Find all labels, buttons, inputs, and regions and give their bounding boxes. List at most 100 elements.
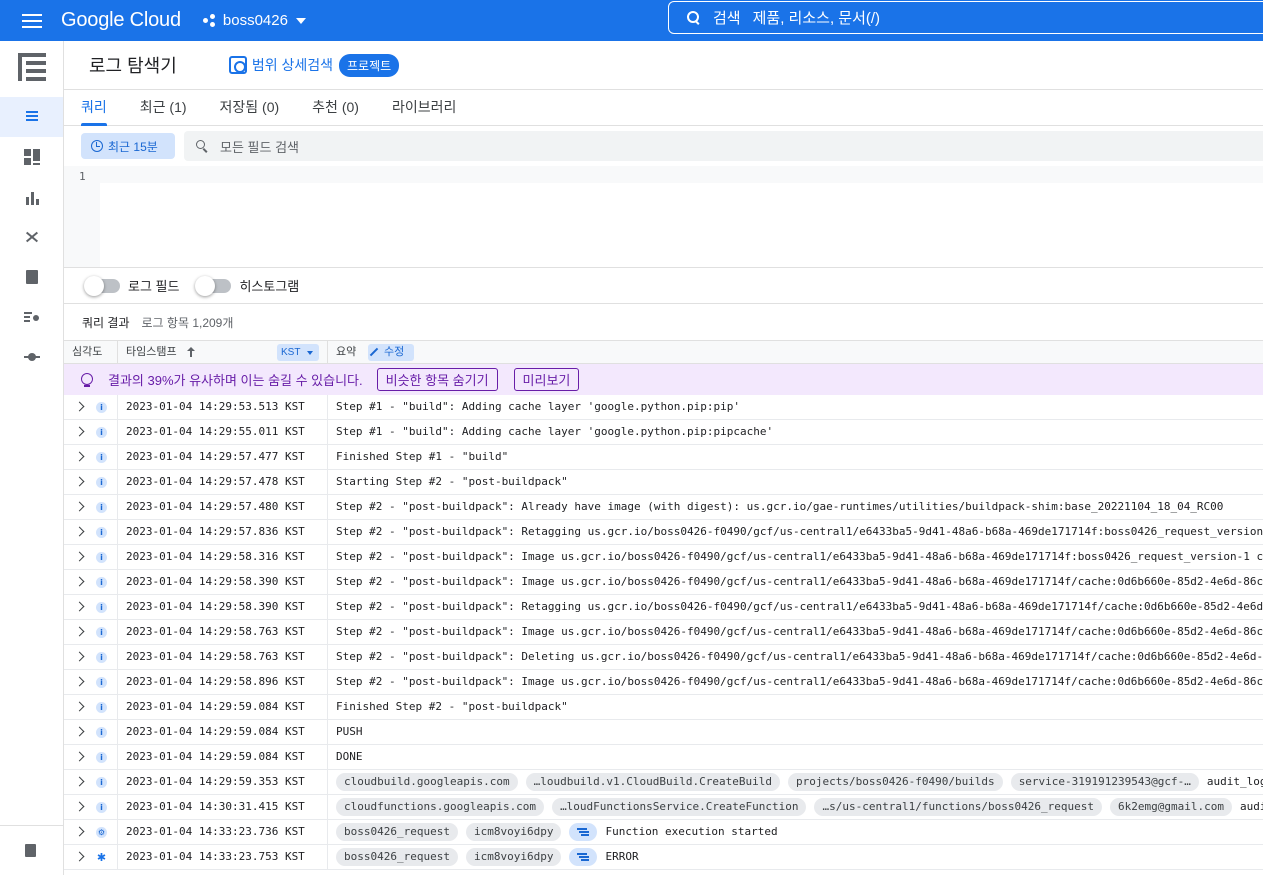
method-chip[interactable]: …loudbuild.v1.CloudBuild.CreateBuild <box>525 773 780 791</box>
query-editor[interactable]: 1 <box>64 166 1263 268</box>
rail-dashboard[interactable] <box>0 137 63 177</box>
expand-chevron-icon[interactable] <box>74 476 85 487</box>
log-row[interactable]: i 2023-01-04 14:29:59.353 KST cloudbuild.… <box>64 770 1263 795</box>
expand-chevron-icon[interactable] <box>74 676 85 687</box>
log-summary: Step #2 - "post-buildpack": Image us.gcr… <box>336 625 1263 638</box>
expand-chevron-icon[interactable] <box>74 701 85 712</box>
expand-chevron-icon[interactable] <box>74 601 85 612</box>
line-number-gutter: 1 <box>64 166 100 267</box>
expand-chevron-icon[interactable] <box>74 651 85 662</box>
log-row[interactable]: i 2023-01-04 14:29:55.011 KST Step #1 - "b… <box>64 420 1263 445</box>
log-row[interactable]: i 2023-01-04 14:29:58.896 KST Step #2 - "p… <box>64 670 1263 695</box>
tab-recent[interactable]: 최근 (1) <box>140 90 187 126</box>
expand-chevron-icon[interactable] <box>74 751 85 762</box>
log-row[interactable]: i 2023-01-04 14:29:58.763 KST Step #2 - "p… <box>64 645 1263 670</box>
release-notes-button[interactable] <box>0 825 63 875</box>
log-row[interactable]: i 2023-01-04 14:29:58.316 KST Step #2 - "p… <box>64 545 1263 570</box>
info-severity-icon: i <box>96 527 107 538</box>
expand-chevron-icon[interactable] <box>74 426 85 437</box>
col-timestamp[interactable]: 타임스탬프 <box>126 341 177 363</box>
log-row[interactable]: i 2023-01-04 14:29:57.836 KST Step #2 - "p… <box>64 520 1263 545</box>
refine-scope-link[interactable]: 범위 상세검색 프로젝트 <box>228 53 400 77</box>
expand-chevron-icon[interactable] <box>74 726 85 737</box>
tab-query[interactable]: 쿼리 <box>81 90 107 126</box>
log-row[interactable]: i 2023-01-04 14:29:57.478 KST Starting Ste… <box>64 470 1263 495</box>
dashboard-icon <box>23 149 40 165</box>
log-summary: DONE <box>336 750 363 763</box>
log-row[interactable]: i 2023-01-04 14:29:59.084 KST DONE <box>64 745 1263 770</box>
trace-icon[interactable] <box>569 848 598 866</box>
project-name: boss0426 <box>222 12 288 29</box>
tab-saved[interactable]: 저장됨 (0) <box>220 90 280 126</box>
function-name-chip[interactable]: boss0426_request <box>336 823 458 841</box>
rail-logs-pipeline[interactable] <box>0 337 63 377</box>
sort-ascending-icon[interactable] <box>187 347 195 357</box>
service-chip[interactable]: cloudfunctions.googleapis.com <box>336 798 545 816</box>
expand-chevron-icon[interactable] <box>74 626 85 637</box>
rail-log-metrics[interactable] <box>0 177 63 217</box>
log-row[interactable]: i 2023-01-04 14:30:31.415 KST cloudfuncti… <box>64 795 1263 820</box>
method-chip[interactable]: …loudFunctionsService.CreateFunction <box>552 798 807 816</box>
log-row[interactable]: i 2023-01-04 14:29:57.480 KST Step #2 - "p… <box>64 495 1263 520</box>
expand-chevron-icon[interactable] <box>74 401 85 412</box>
expand-chevron-icon[interactable] <box>74 526 85 537</box>
expand-chevron-icon[interactable] <box>74 826 85 837</box>
time-range-button[interactable]: 최근 15분 <box>81 133 175 159</box>
trace-icon[interactable] <box>569 823 598 841</box>
info-severity-icon: i <box>96 452 107 463</box>
global-search-input[interactable]: 검색 제품, 리소스, 문서(/) <box>668 1 1263 34</box>
field-search-placeholder: 모든 필드 검색 <box>220 139 299 155</box>
edit-summary-button[interactable]: 수정 <box>368 344 414 361</box>
rail-log-explorer[interactable] <box>0 97 63 137</box>
tab-library[interactable]: 라이브러리 <box>392 90 456 126</box>
log-summary: Step #2 - "post-buildpack": Image us.gcr… <box>336 675 1263 688</box>
log-summary: Starting Step #2 - "post-buildpack" <box>336 475 568 488</box>
log-row[interactable]: ✱ 2023-01-04 14:33:23.753 KST boss0426_re… <box>64 845 1263 870</box>
similar-entries-banner: 결과의 39%가 유사하며 이는 숨길 수 있습니다. 비슷한 항목 숨기기 미… <box>64 364 1263 395</box>
principal-chip[interactable]: service-319191239543@gcf-… <box>1010 773 1199 791</box>
histogram-toggle[interactable]: 히스토그램 <box>195 275 299 296</box>
log-timestamp: 2023-01-04 14:29:55.011 KST <box>126 425 305 438</box>
log-row[interactable]: ⚙ 2023-01-04 14:33:23.736 KST boss0426_re… <box>64 820 1263 845</box>
log-row[interactable]: i 2023-01-04 14:29:58.390 KST Step #2 - "p… <box>64 570 1263 595</box>
rail-log-storage[interactable] <box>0 257 63 297</box>
expand-chevron-icon[interactable] <box>74 551 85 562</box>
google-cloud-logo[interactable]: Google Cloud <box>61 9 181 32</box>
log-row[interactable]: i 2023-01-04 14:29:58.390 KST Step #2 - "p… <box>64 595 1263 620</box>
time-range-label: 최근 15분 <box>108 139 158 154</box>
log-row[interactable]: i 2023-01-04 14:29:59.084 KST Finished Ste… <box>64 695 1263 720</box>
active-line[interactable] <box>100 166 1263 183</box>
log-summary: boss0426_request icm8voyi6dpy Function e… <box>336 820 778 844</box>
expand-chevron-icon[interactable] <box>74 451 85 462</box>
log-row[interactable]: i 2023-01-04 14:29:59.084 KST PUSH <box>64 720 1263 745</box>
expand-chevron-icon[interactable] <box>74 851 85 862</box>
log-fields-toggle[interactable]: 로그 필드 <box>84 275 179 296</box>
field-search-input[interactable]: 모든 필드 검색 <box>184 131 1263 161</box>
expand-chevron-icon[interactable] <box>74 801 85 812</box>
toggle-switch[interactable] <box>84 275 120 296</box>
tab-suggested[interactable]: 추천 (0) <box>312 90 359 126</box>
execution-id-chip[interactable]: icm8voyi6dpy <box>465 848 562 866</box>
expand-chevron-icon[interactable] <box>74 576 85 587</box>
col-severity[interactable]: 심각도 <box>72 341 102 363</box>
hide-similar-button[interactable]: 비슷한 항목 숨기기 <box>376 368 498 391</box>
log-row[interactable]: i 2023-01-04 14:29:53.513 KST Step #1 - "b… <box>64 395 1263 420</box>
main-menu-button[interactable] <box>0 0 64 41</box>
timezone-select[interactable]: KST <box>277 344 319 361</box>
expand-chevron-icon[interactable] <box>74 501 85 512</box>
resource-chip[interactable]: …s/us-central1/functions/boss0426_reques… <box>814 798 1103 816</box>
page-title: 로그 탐색기 <box>89 56 177 76</box>
toggle-switch[interactable] <box>195 275 232 296</box>
function-name-chip[interactable]: boss0426_request <box>336 848 458 866</box>
rail-log-router[interactable] <box>0 217 63 257</box>
preview-button[interactable]: 미리보기 <box>513 368 580 391</box>
rail-log-analytics[interactable] <box>0 297 63 337</box>
execution-id-chip[interactable]: icm8voyi6dpy <box>465 823 562 841</box>
log-row[interactable]: i 2023-01-04 14:29:58.763 KST Step #2 - "p… <box>64 620 1263 645</box>
expand-chevron-icon[interactable] <box>74 776 85 787</box>
log-row[interactable]: i 2023-01-04 14:29:57.477 KST Finished Ste… <box>64 445 1263 470</box>
project-picker[interactable]: boss0426 <box>202 12 306 29</box>
service-chip[interactable]: cloudbuild.googleapis.com <box>336 773 518 791</box>
resource-chip[interactable]: projects/boss0426-f0490/builds <box>788 773 1003 791</box>
principal-chip[interactable]: 6k2emg@gmail.com <box>1110 798 1232 816</box>
